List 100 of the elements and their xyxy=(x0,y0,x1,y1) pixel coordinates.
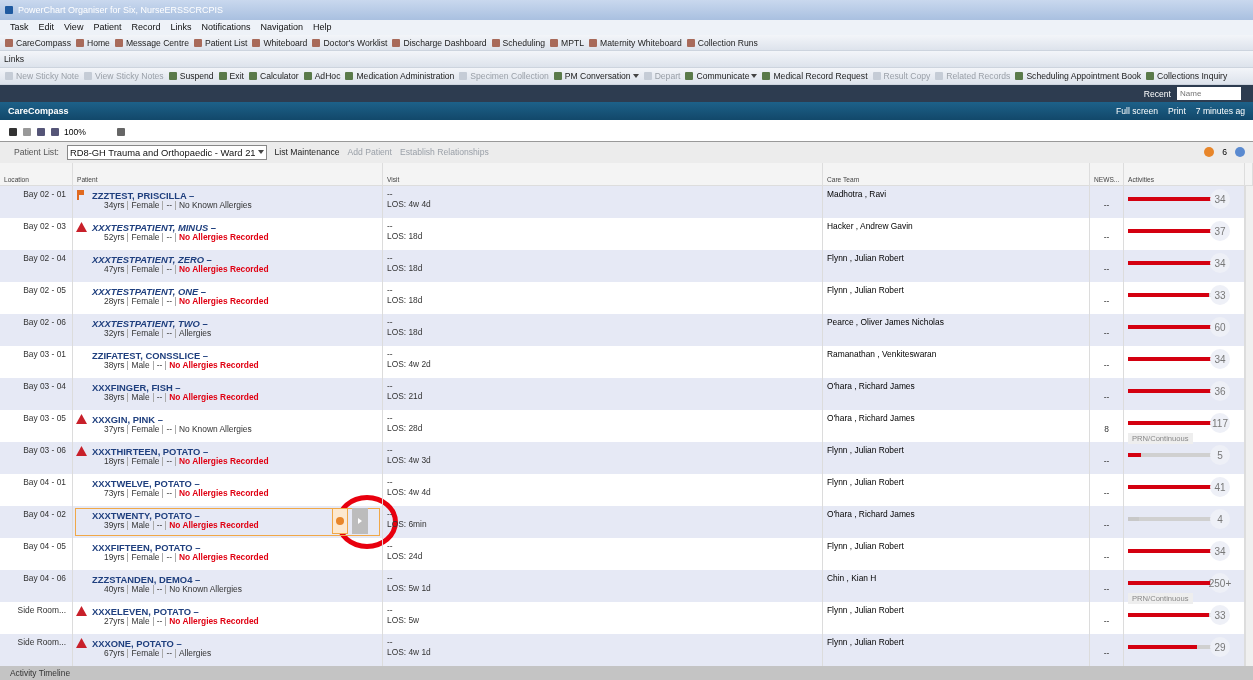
toolbar-item[interactable]: Suspend xyxy=(167,71,214,82)
location-cell-text: Bay 04 - 02 xyxy=(22,509,67,520)
patient-name[interactable]: ZZZTEST, PRISCILLA – xyxy=(92,190,195,202)
toolbar-item[interactable]: Maternity Whiteboard xyxy=(588,37,682,48)
menu-item[interactable]: Help xyxy=(313,22,332,33)
menu-item[interactable]: Navigation xyxy=(260,22,303,33)
app-icon xyxy=(302,71,313,82)
patient-card[interactable]: XXXTHIRTEEN, POTATO – 18yrs Female -- No Allergies Recorded xyxy=(75,444,380,473)
news-score: -- xyxy=(1102,360,1111,371)
page-title: CareCompass xyxy=(8,105,69,116)
patient-name[interactable]: XXXTESTPATIENT, ZERO – xyxy=(92,254,212,266)
patient-card[interactable]: XXXONE, POTATO – 67yrs Female -- Allergies xyxy=(75,636,380,665)
patient-name[interactable]: ZZZSTANDEN, DEMO4 – xyxy=(92,574,201,586)
patient-name[interactable]: ZZIFATEST, CONSSLICE – xyxy=(92,350,208,362)
recent-button[interactable]: Recent xyxy=(1143,88,1171,99)
patient-card[interactable]: XXXTWELVE, POTATO – 73yrs Female -- No Allergies Recorded xyxy=(75,476,380,505)
header-action[interactable]: Full screen xyxy=(1116,105,1159,116)
menu-item[interactable]: Task xyxy=(10,22,29,33)
patient-list-select[interactable]: RD8-GH Trauma and Orthopaedic - Ward 21 xyxy=(66,144,267,160)
patient-name[interactable]: XXXTWELVE, POTATO – xyxy=(92,478,200,490)
app-icon xyxy=(1014,71,1025,82)
toolbar-item[interactable]: Home xyxy=(74,37,110,48)
location-cell-text: Bay 04 - 06 xyxy=(22,573,67,584)
patient-card[interactable]: XXXELEVEN, POTATO – 27yrs Male -- No Allergies Recorded xyxy=(75,604,380,633)
menu-item[interactable]: Patient xyxy=(93,22,122,33)
alert-icon[interactable] xyxy=(332,508,348,535)
patient-sex: Male xyxy=(127,585,150,595)
patient-card[interactable]: XXXTESTPATIENT, MINUS – 52yrs Female -- No Allergies Recorded xyxy=(75,220,380,249)
news-score: -- xyxy=(1102,488,1111,499)
patient-card[interactable]: XXXFIFTEEN, POTATO – 19yrs Female -- No Allergies Recorded xyxy=(75,540,380,569)
toolbar-item[interactable]: AdHoc xyxy=(302,71,341,82)
app-icon xyxy=(247,71,258,82)
toolbar-item[interactable]: PM Conversation xyxy=(552,71,639,82)
toolbar-item[interactable]: Medical Record Request xyxy=(761,71,868,82)
expand-button[interactable] xyxy=(352,508,368,535)
patient-name[interactable]: XXXELEVEN, POTATO – xyxy=(92,606,199,618)
patient-card[interactable]: XXXTESTPATIENT, ZERO – 47yrs Female -- No Allergies Recorded xyxy=(75,252,380,281)
warning-icon xyxy=(76,638,87,649)
patient-card[interactable]: ZZZSTANDEN, DEMO4 – 40yrs Male -- No Known Allergies xyxy=(75,572,380,606)
patient-name[interactable]: XXXONE, POTATO – xyxy=(92,638,182,650)
header-action[interactable]: Print xyxy=(1168,105,1186,116)
toolbar-item[interactable]: CareCompass xyxy=(4,37,71,48)
menu-item[interactable]: View xyxy=(64,22,84,33)
name-field[interactable]: Name xyxy=(1177,87,1241,101)
toolbar-item[interactable]: Patient List xyxy=(192,37,248,48)
care-team-cell: O'hara , Richard James xyxy=(827,509,915,520)
toolbar-item[interactable]: Medication Administration xyxy=(344,71,455,82)
patient-row[interactable]: Side Room... XXXONE, POTATO – 67yrs Female -- Allergies -- LOS: 4w 1d Flynn , Julian Robert -- 29 xyxy=(0,634,1245,667)
links-menu[interactable]: Links xyxy=(4,54,25,65)
patient-row[interactable]: Bay 02 - 01 ZZZTEST, PRISCILLA – 34yrs Female -- No Known Allergies -- LOS: 4w 4d Madhotra , Ravi -- 34 xyxy=(0,186,1245,219)
menu-item[interactable]: Record xyxy=(131,22,161,33)
care-team-cell: Madhotra , Ravi xyxy=(827,189,887,200)
help-icon[interactable] xyxy=(1235,147,1245,158)
toolbar-item[interactable]: Exit xyxy=(217,71,244,82)
footer-label[interactable]: Activity Timeline xyxy=(10,668,71,679)
toolbar-item[interactable]: Collections Inquiry xyxy=(1145,71,1228,82)
patient-card[interactable]: XXXFINGER, FISH – 38yrs Male -- No Allergies Recorded xyxy=(75,380,380,409)
patient-name[interactable]: XXXTESTPATIENT, ONE – xyxy=(92,286,207,298)
patient-row[interactable]: Bay 02 - 04 XXXTESTPATIENT, ZERO – 47yrs Female -- No Allergies Recorded -- LOS: 18d Flynn , Julian Robert -- 34 xyxy=(0,250,1245,283)
patient-sex: Female xyxy=(127,489,160,499)
toolbar-item[interactable]: Communicate xyxy=(684,71,758,82)
patient-row[interactable]: Bay 03 - 06 XXXTHIRTEEN, POTATO – 18yrs Female -- No Allergies Recorded -- LOS: 4w 3d Flynn , Julian Robert -- 5 xyxy=(0,442,1245,475)
toolbar-item[interactable]: Message Centre xyxy=(113,37,189,48)
patient-name[interactable]: XXXTESTPATIENT, TWO – xyxy=(92,318,208,330)
news-score: 8 xyxy=(1103,424,1110,435)
zoom-select[interactable]: 100% xyxy=(64,127,112,138)
menu-item[interactable]: Edit xyxy=(38,22,55,33)
patient-card[interactable]: XXXGIN, PINK – 37yrs Female -- No Known Allergies xyxy=(75,412,380,446)
toolbar-item[interactable]: Discharge Dashboard xyxy=(391,37,487,48)
patient-name[interactable]: XXXTESTPATIENT, MINUS – xyxy=(92,222,216,234)
patient-age: 28yrs xyxy=(104,297,125,307)
header-action[interactable]: 7 minutes ag xyxy=(1195,105,1245,116)
patient-name[interactable]: XXXFINGER, FISH – xyxy=(92,382,181,394)
patient-card[interactable]: ZZIFATEST, CONSSLICE – 38yrs Male -- No Allergies Recorded xyxy=(75,348,380,377)
toolbar-item[interactable]: Calculator xyxy=(247,71,299,82)
menu-item[interactable]: Notifications xyxy=(201,22,251,33)
toolbar-item[interactable]: Scheduling xyxy=(490,37,546,48)
patient-card[interactable]: ZZZTEST, PRISCILLA – 34yrs Female -- No Known Allergies xyxy=(75,188,380,217)
patient-card[interactable]: XXXTESTPATIENT, TWO – 32yrs Female -- Allergies xyxy=(75,316,380,345)
patient-name[interactable]: XXXTHIRTEEN, POTATO – xyxy=(92,446,209,458)
los-cell-text: LOS: 24d xyxy=(387,551,424,562)
list-action[interactable]: List Maintenance xyxy=(274,147,340,158)
allergy-status: Allergies xyxy=(179,328,212,339)
patient-card[interactable]: XXXTESTPATIENT, ONE – 28yrs Female -- No Allergies Recorded xyxy=(75,284,380,313)
toolbar-item[interactable]: Whiteboard xyxy=(251,37,308,48)
toolbar-item[interactable]: Doctor's Worklist xyxy=(311,37,388,48)
patient-age: 47yrs xyxy=(104,265,125,275)
patient-row[interactable]: Bay 03 - 04 XXXFINGER, FISH – 38yrs Male -- No Allergies Recorded -- LOS: 21d O'hara , Richard James -- 36 xyxy=(0,378,1245,411)
toolbar-item[interactable]: Collection Runs xyxy=(685,37,758,48)
los-cell-text: LOS: 4w 1d xyxy=(387,647,432,658)
toolbar-item[interactable]: MPTL xyxy=(549,37,585,48)
patient-name[interactable]: XXXTWENTY, POTATO – xyxy=(92,510,200,522)
allergy-status: No Known Allergies xyxy=(179,424,252,435)
scrollbar[interactable] xyxy=(1245,186,1253,667)
visit-cell-text: -- xyxy=(387,253,394,264)
patient-name[interactable]: XXXGIN, PINK – xyxy=(92,414,163,426)
toolbar-item[interactable]: Scheduling Appointment Book xyxy=(1014,71,1142,82)
patient-name[interactable]: XXXFIFTEEN, POTATO – xyxy=(92,542,201,554)
menu-item[interactable]: Links xyxy=(170,22,192,33)
patient-row[interactable]: Bay 02 - 06 XXXTESTPATIENT, TWO – 32yrs Female -- Allergies -- LOS: 18d Pearce , Oliver James Nicholas -- 60 xyxy=(0,314,1245,347)
